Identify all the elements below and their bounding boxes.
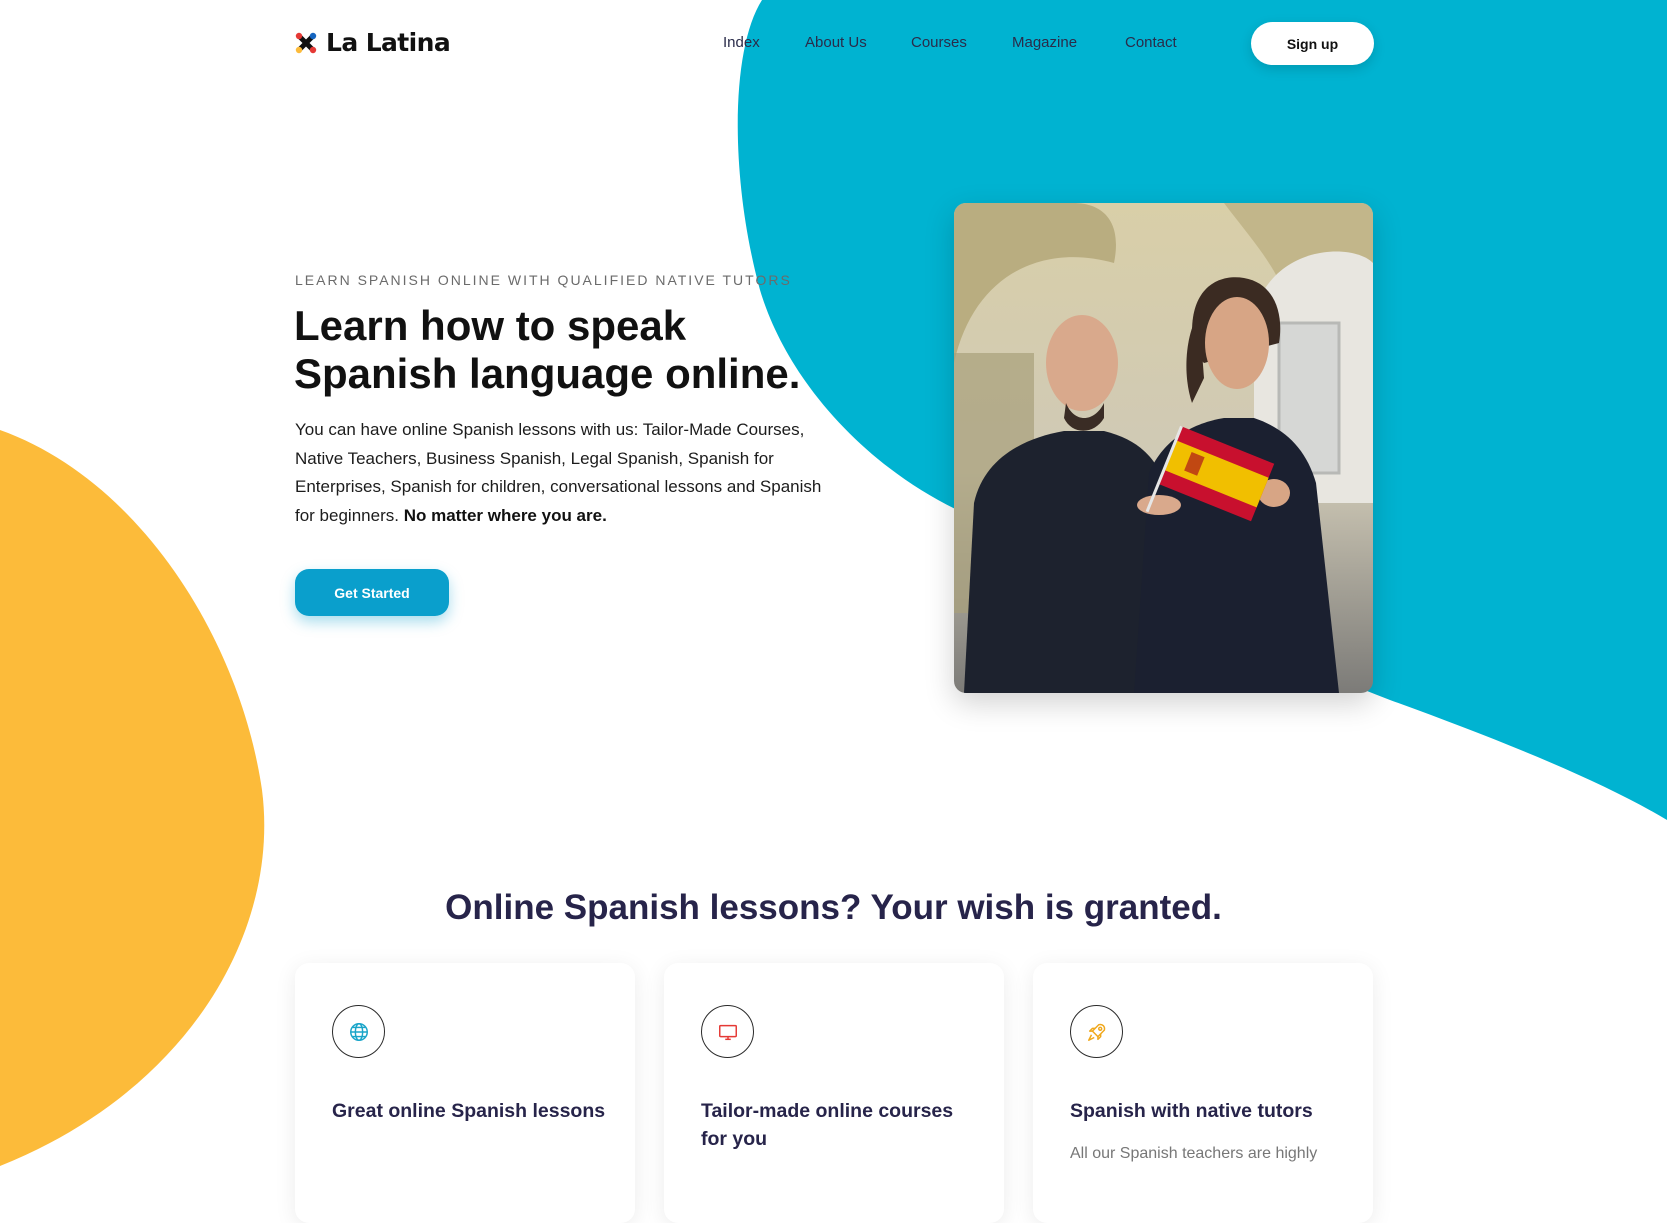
nav-about-us[interactable]: About Us	[805, 34, 867, 51]
hero-description-emphasis: No matter where you are.	[403, 505, 607, 525]
hero-eyebrow: LEARN SPANISH ONLINE WITH QUALIFIED NATI…	[295, 272, 792, 288]
nav-courses[interactable]: Courses	[911, 34, 967, 51]
nav-magazine[interactable]: Magazine	[1012, 34, 1077, 51]
card-text: All our Spanish teachers are highly	[1070, 1145, 1318, 1162]
hero-photo	[954, 203, 1373, 693]
main-nav: Index About Us Courses Magazine Contact	[0, 34, 1667, 54]
feature-card-native-tutors[interactable]: Spanish with native tutors All our Spani…	[1033, 963, 1373, 1223]
card-title: Tailor-made online courses for you	[701, 1100, 954, 1150]
feature-card-online-lessons[interactable]: Great online Spanish lessons	[295, 963, 635, 1223]
sign-up-button[interactable]: Sign up	[1251, 22, 1374, 65]
monitor-icon	[701, 1005, 754, 1058]
globe-icon	[332, 1005, 385, 1058]
get-started-button[interactable]: Get Started	[295, 569, 449, 616]
nav-index[interactable]: Index	[723, 34, 760, 51]
card-title: Spanish with native tutors	[1070, 1100, 1313, 1122]
nav-contact[interactable]: Contact	[1125, 34, 1177, 51]
hero-title: Learn how to speak Spanish language onli…	[294, 302, 801, 397]
feature-card-tailor-made[interactable]: Tailor-made online courses for you	[664, 963, 1004, 1223]
rocket-icon	[1070, 1005, 1123, 1058]
card-title: Great online Spanish lessons	[332, 1100, 606, 1122]
features-title: Online Spanish lessons? Your wish is gra…	[445, 888, 1222, 927]
page: La Latina Index About Us Courses Magazin…	[0, 0, 1667, 1223]
hero-description: You can have online Spanish lessons with…	[295, 416, 835, 530]
